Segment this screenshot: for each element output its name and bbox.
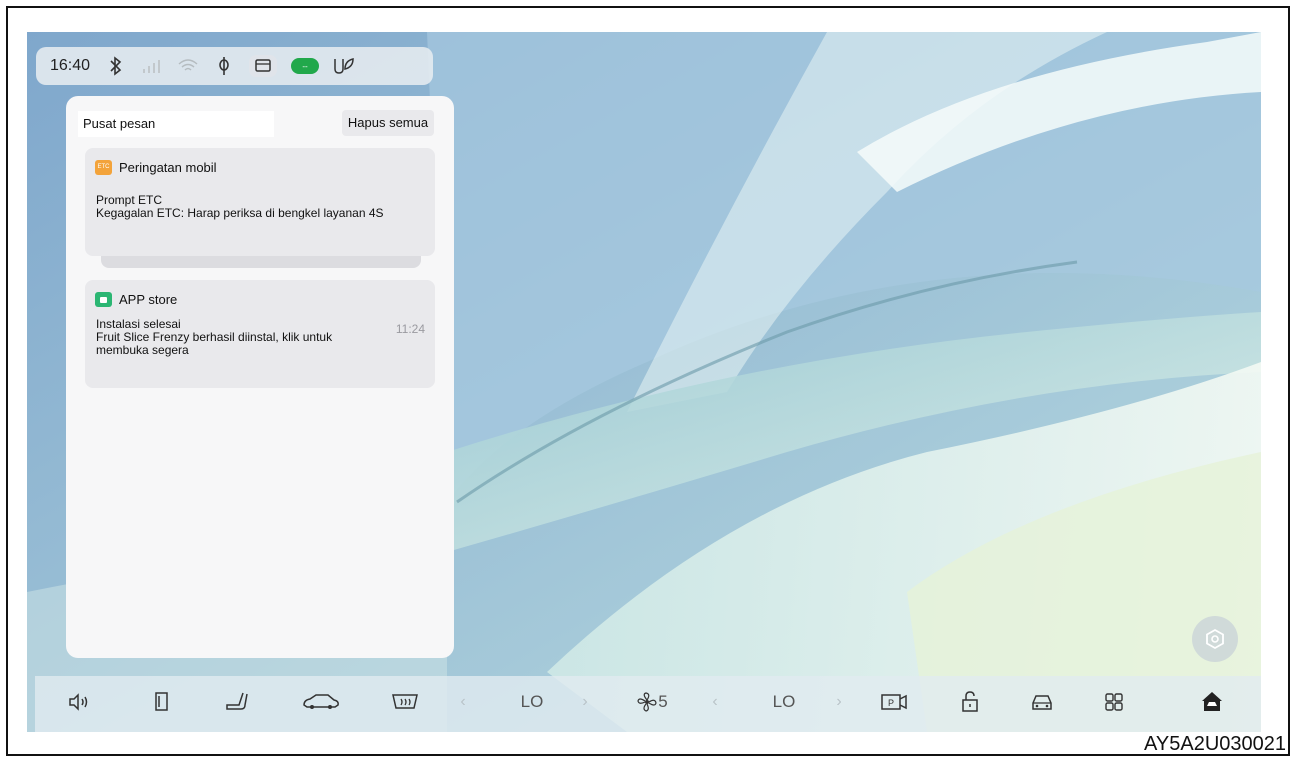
etc-badge-text: ETC bbox=[97, 164, 110, 170]
notification-body: Kegagalan ETC: Harap periksa di bengkel … bbox=[96, 206, 384, 220]
left-temp-value: LO bbox=[520, 692, 544, 711]
home-car-icon[interactable] bbox=[1195, 686, 1229, 718]
fan-icon bbox=[637, 692, 657, 712]
wifi-icon bbox=[174, 54, 202, 78]
floating-settings-button[interactable] bbox=[1192, 616, 1238, 662]
panel-title: Pusat pesan bbox=[78, 111, 274, 137]
signal-icon bbox=[138, 54, 166, 78]
status-bar: 16:40 -- bbox=[36, 47, 433, 85]
fan-speed-control[interactable]: 5 bbox=[627, 686, 677, 718]
car-side-icon[interactable] bbox=[297, 686, 345, 718]
apps-grid-icon[interactable] bbox=[1099, 686, 1129, 718]
seat-icon[interactable] bbox=[217, 686, 257, 718]
notification-time: 11:24 bbox=[395, 322, 425, 336]
notification-card[interactable]: APP store Instalasi selesai Fruit Slice … bbox=[85, 280, 435, 388]
microphone-off-icon[interactable] bbox=[210, 54, 238, 78]
notification-body: Fruit Slice Frenzy berhasil diinstal, kl… bbox=[96, 330, 333, 357]
notification-content: Prompt ETC Kegagalan ETC: Harap periksa … bbox=[96, 194, 398, 220]
message-icon[interactable] bbox=[246, 54, 280, 78]
lock-icon[interactable] bbox=[955, 686, 985, 718]
right-temp-value: LO bbox=[772, 692, 796, 711]
left-temp-up-icon[interactable]: › bbox=[577, 686, 593, 718]
etc-icon: ETC bbox=[95, 159, 112, 175]
notification-app-name: Peringatan mobil bbox=[119, 159, 217, 175]
clear-all-button[interactable]: Hapus semua bbox=[342, 110, 434, 136]
svg-text:P: P bbox=[888, 698, 894, 708]
notification-content: Instalasi selesai Fruit Slice Frenzy ber… bbox=[96, 318, 371, 357]
right-temp-up-icon[interactable]: › bbox=[831, 686, 847, 718]
svg-text:--: -- bbox=[302, 62, 308, 71]
notification-card[interactable]: ETC Peringatan mobil Prompt ETC Kegagala… bbox=[85, 148, 435, 256]
status-time: 16:40 bbox=[50, 57, 91, 74]
volume-icon[interactable] bbox=[65, 686, 95, 718]
battery-pill-icon: -- bbox=[288, 54, 322, 78]
message-center-panel: Pusat pesan Hapus semua ETC Peringatan m… bbox=[66, 96, 454, 658]
connected-icon bbox=[330, 54, 358, 78]
fan-speed-value: 5 bbox=[658, 692, 668, 711]
car-front-icon[interactable] bbox=[1025, 686, 1059, 718]
camera-icon[interactable]: P bbox=[877, 686, 911, 718]
bottom-dock: ‹ LO › 5 ‹ LO › P bbox=[35, 676, 1261, 732]
door-icon[interactable] bbox=[147, 686, 177, 718]
figure-code: AY5A2U030021 bbox=[1144, 733, 1286, 755]
notification-app: APP store bbox=[95, 288, 177, 310]
hexagon-settings-icon bbox=[1206, 628, 1224, 650]
notification-app: ETC Peringatan mobil bbox=[95, 156, 217, 178]
right-temp-down-icon[interactable]: ‹ bbox=[707, 686, 723, 718]
notification-app-name: APP store bbox=[119, 291, 178, 307]
rear-defrost-icon[interactable] bbox=[387, 686, 423, 718]
bluetooth-icon bbox=[102, 54, 130, 78]
app-store-icon bbox=[95, 291, 112, 307]
left-temp-down-icon[interactable]: ‹ bbox=[455, 686, 471, 718]
